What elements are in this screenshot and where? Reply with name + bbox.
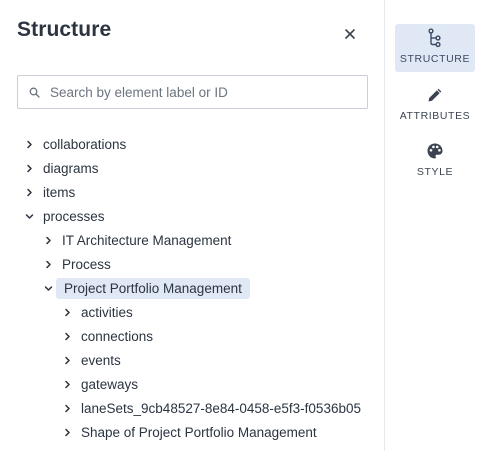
chevron-down-icon[interactable]: [24, 211, 34, 221]
chevron-right-icon[interactable]: [24, 139, 34, 149]
tree-item-label: Project Portfolio Management: [56, 277, 250, 299]
tree-item-label: events: [81, 352, 121, 368]
tree-item[interactable]: gateways: [62, 372, 144, 396]
tree-item-label: gateways: [81, 376, 139, 392]
sidebar-structure-button[interactable]: STRUCTURE: [395, 24, 475, 72]
tree-item-label: IT Architecture Management: [62, 232, 232, 248]
tree-item[interactable]: items: [24, 180, 81, 204]
chevron-right-icon[interactable]: [62, 427, 72, 437]
tree-item[interactable]: Shape of Project Portfolio Management: [62, 420, 323, 444]
search-icon: [28, 86, 40, 98]
sidebar-attributes-label: ATTRIBUTES: [399, 110, 471, 122]
structure-editor: Structure collaborations diagrams items pro…: [0, 0, 483, 451]
tree-item-label: laneSets_9cb48527-8e84-0458-e5f3-f0536b0…: [81, 400, 361, 416]
panel-title: Structure: [17, 18, 112, 41]
palette-icon: [425, 141, 445, 161]
tree-item-label: collaborations: [43, 136, 127, 152]
structure-icon: [425, 28, 445, 48]
tree-item-label: connections: [81, 328, 154, 344]
tree-item[interactable]: collaborations: [24, 132, 132, 156]
tree-item-label: diagrams: [43, 160, 99, 176]
chevron-right-icon[interactable]: [62, 355, 72, 365]
tree-item-label: processes: [43, 208, 105, 224]
search-input[interactable]: [50, 77, 350, 107]
search-box: [17, 75, 368, 109]
tree-item[interactable]: diagrams: [24, 156, 105, 180]
tree-item[interactable]: Process: [43, 252, 117, 276]
tree-item-label: activities: [81, 304, 133, 320]
chevron-right-icon[interactable]: [62, 403, 72, 413]
tree-item[interactable]: IT Architecture Management: [43, 228, 237, 252]
chevron-right-icon[interactable]: [62, 379, 72, 389]
sidebar-attributes-button[interactable]: ATTRIBUTES: [395, 81, 475, 129]
close-icon: [345, 29, 355, 39]
right-sidebar: STRUCTURE ATTRIBUTES STYLE: [384, 0, 483, 451]
chevron-right-icon[interactable]: [62, 331, 72, 341]
tree-item-label: Shape of Project Portfolio Management: [81, 424, 317, 440]
chevron-right-icon[interactable]: [24, 187, 34, 197]
tree-item[interactable]: processes: [24, 204, 111, 228]
sidebar-style-button[interactable]: STYLE: [395, 137, 475, 185]
chevron-down-icon[interactable]: [43, 283, 53, 293]
tree-item[interactable]: connections: [62, 324, 159, 348]
chevron-right-icon[interactable]: [43, 259, 53, 269]
tree-item[interactable]: events: [62, 348, 127, 372]
tree-item[interactable]: activities: [62, 300, 139, 324]
structure-panel: Structure collaborations diagrams items pro…: [0, 0, 384, 451]
close-button[interactable]: [339, 23, 361, 45]
chevron-right-icon[interactable]: [24, 163, 34, 173]
tree-item-label: items: [43, 184, 76, 200]
tree-item[interactable]: Project Portfolio Management: [43, 276, 250, 300]
chevron-right-icon[interactable]: [43, 235, 53, 245]
chevron-right-icon[interactable]: [62, 307, 72, 317]
tree-item[interactable]: laneSets_9cb48527-8e84-0458-e5f3-f0536b0…: [62, 396, 367, 420]
pencil-icon: [425, 85, 445, 105]
sidebar-style-label: STYLE: [416, 166, 454, 178]
sidebar-structure-label: STRUCTURE: [399, 53, 471, 65]
tree-item-label: Process: [62, 256, 111, 272]
